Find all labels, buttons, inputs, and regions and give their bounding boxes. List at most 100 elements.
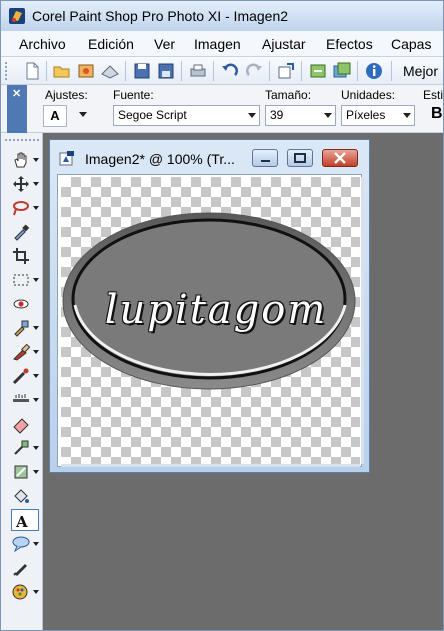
eraser-icon bbox=[13, 418, 29, 434]
crop-tool[interactable] bbox=[11, 245, 39, 267]
browse-icon[interactable] bbox=[75, 60, 97, 82]
image-window-title-bar[interactable]: Imagen2* @ 100% (Tr... bbox=[50, 140, 369, 174]
dropper-tool[interactable] bbox=[11, 221, 39, 243]
freehand-select-icon bbox=[13, 201, 29, 216]
menu-ver[interactable]: Ver bbox=[154, 36, 175, 52]
title-bar: Corel Paint Shop Pro Photo XI - Imagen2 bbox=[1, 1, 443, 31]
adjust-label: Ajustes: bbox=[45, 88, 88, 102]
smudge-icon bbox=[14, 465, 28, 479]
chevron-down-icon bbox=[403, 113, 411, 118]
picture-tube-icon bbox=[12, 584, 28, 600]
toolbar-grip[interactable] bbox=[5, 62, 8, 80]
smudge-tool[interactable] bbox=[11, 461, 39, 483]
text-tool[interactable]: A bbox=[11, 509, 39, 531]
fill-tool[interactable] bbox=[11, 485, 39, 507]
size-label: Tamaño: bbox=[265, 88, 312, 102]
toolbar-separator bbox=[301, 61, 302, 81]
info-icon[interactable] bbox=[363, 60, 385, 82]
pen-icon bbox=[13, 564, 27, 576]
maximize-icon bbox=[294, 153, 306, 163]
red-eye-tool[interactable] bbox=[11, 293, 39, 315]
preset-shape-icon bbox=[12, 536, 30, 553]
crop-icon bbox=[13, 248, 29, 264]
menu-imagen[interactable]: Imagen bbox=[194, 36, 241, 52]
window-title: Corel Paint Shop Pro Photo XI - Imagen2 bbox=[32, 8, 289, 24]
options-handle[interactable]: ✕ bbox=[7, 85, 27, 133]
units-label: Unidades: bbox=[341, 88, 396, 102]
text-icon: A bbox=[15, 513, 28, 531]
maximize-button[interactable] bbox=[287, 149, 313, 167]
toolbar-separator bbox=[125, 61, 126, 81]
print-icon[interactable] bbox=[187, 60, 209, 82]
svg-text:A: A bbox=[15, 513, 28, 531]
document-icon bbox=[59, 151, 74, 166]
fill-icon bbox=[14, 489, 29, 503]
resize-icon[interactable] bbox=[275, 60, 297, 82]
horizontal-scrollbar[interactable] bbox=[61, 464, 360, 467]
menu-ajustar[interactable]: Ajustar bbox=[262, 36, 306, 52]
selection-tool[interactable] bbox=[11, 269, 39, 291]
save-as-icon[interactable] bbox=[155, 60, 177, 82]
chevron-down-icon[interactable] bbox=[79, 112, 87, 117]
standard-toolbar: Mejor bbox=[1, 57, 443, 85]
scan-icon[interactable] bbox=[99, 60, 121, 82]
scratch-remover-tool[interactable] bbox=[11, 389, 39, 411]
lighten-darken-icon bbox=[14, 440, 29, 455]
toolbar-mejor-label[interactable]: Mejor bbox=[403, 63, 438, 79]
menu-archivo[interactable]: Archivo bbox=[19, 36, 66, 52]
clone-icon bbox=[14, 320, 29, 337]
minimize-icon bbox=[261, 160, 270, 162]
scratch-remover-icon bbox=[13, 394, 29, 402]
size-select[interactable]: 39 bbox=[265, 105, 336, 126]
chevron-down-icon bbox=[324, 113, 332, 118]
undo-icon[interactable] bbox=[219, 60, 241, 82]
lighten-darken-tool[interactable] bbox=[11, 437, 39, 459]
tools-grip[interactable] bbox=[5, 139, 39, 142]
close-window-button[interactable] bbox=[322, 149, 358, 167]
move-tool[interactable] bbox=[11, 173, 39, 195]
toolbar-separator bbox=[357, 61, 358, 81]
freehand-select-tool[interactable] bbox=[11, 197, 39, 219]
paint-brush-icon bbox=[13, 343, 31, 361]
move-icon bbox=[13, 176, 29, 192]
bold-button[interactable]: B bbox=[431, 105, 443, 123]
vertical-scrollbar[interactable] bbox=[361, 177, 364, 464]
paint-shop-pro-icon bbox=[9, 8, 25, 24]
style-label: Esti bbox=[423, 88, 444, 102]
minimize-button[interactable] bbox=[252, 149, 278, 167]
font-select[interactable]: Segoe Script bbox=[113, 105, 260, 126]
preset-shape-tool[interactable] bbox=[11, 533, 39, 555]
pan-icon bbox=[14, 152, 27, 168]
airbrush-tool[interactable] bbox=[11, 365, 39, 387]
image-canvas[interactable]: lupitagom bbox=[61, 177, 360, 464]
paint-brush-tool[interactable] bbox=[11, 341, 39, 363]
menu-edicion[interactable]: Edición bbox=[88, 36, 134, 52]
adjust-preset-button[interactable]: A bbox=[43, 105, 67, 127]
clone-tool[interactable] bbox=[11, 317, 39, 339]
close-icon bbox=[334, 152, 346, 164]
refresh-icon[interactable] bbox=[307, 60, 329, 82]
pen-tool[interactable] bbox=[11, 557, 39, 579]
redo-icon[interactable] bbox=[243, 60, 265, 82]
size-value: 39 bbox=[270, 108, 284, 122]
image-window[interactable]: Imagen2* @ 100% (Tr... lupitagom bbox=[49, 139, 370, 473]
menu-capas[interactable]: Capas bbox=[391, 36, 431, 52]
tools-panel: A bbox=[1, 133, 43, 630]
toolbar-separator bbox=[46, 61, 47, 81]
open-icon[interactable] bbox=[51, 60, 73, 82]
picture-tube-tool[interactable] bbox=[11, 581, 39, 603]
batch-icon[interactable] bbox=[331, 60, 353, 82]
units-select[interactable]: Píxeles bbox=[341, 105, 415, 126]
menu-bar: Archivo Edición Ver Imagen Ajustar Efect… bbox=[1, 31, 443, 57]
airbrush-icon bbox=[12, 368, 29, 385]
close-icon[interactable]: ✕ bbox=[12, 87, 21, 100]
document-title: Imagen2* @ 100% (Tr... bbox=[85, 151, 235, 167]
menu-efectos[interactable]: Efectos bbox=[326, 36, 373, 52]
selection-icon bbox=[13, 274, 29, 286]
pan-tool[interactable] bbox=[11, 149, 39, 171]
app-window: Corel Paint Shop Pro Photo XI - Imagen2 … bbox=[0, 0, 444, 631]
tool-options-bar: ✕ Ajustes: A Fuente: Segoe Script Tamaño… bbox=[1, 85, 443, 133]
save-icon[interactable] bbox=[131, 60, 153, 82]
new-icon[interactable] bbox=[21, 60, 43, 82]
eraser-tool[interactable] bbox=[11, 413, 39, 435]
